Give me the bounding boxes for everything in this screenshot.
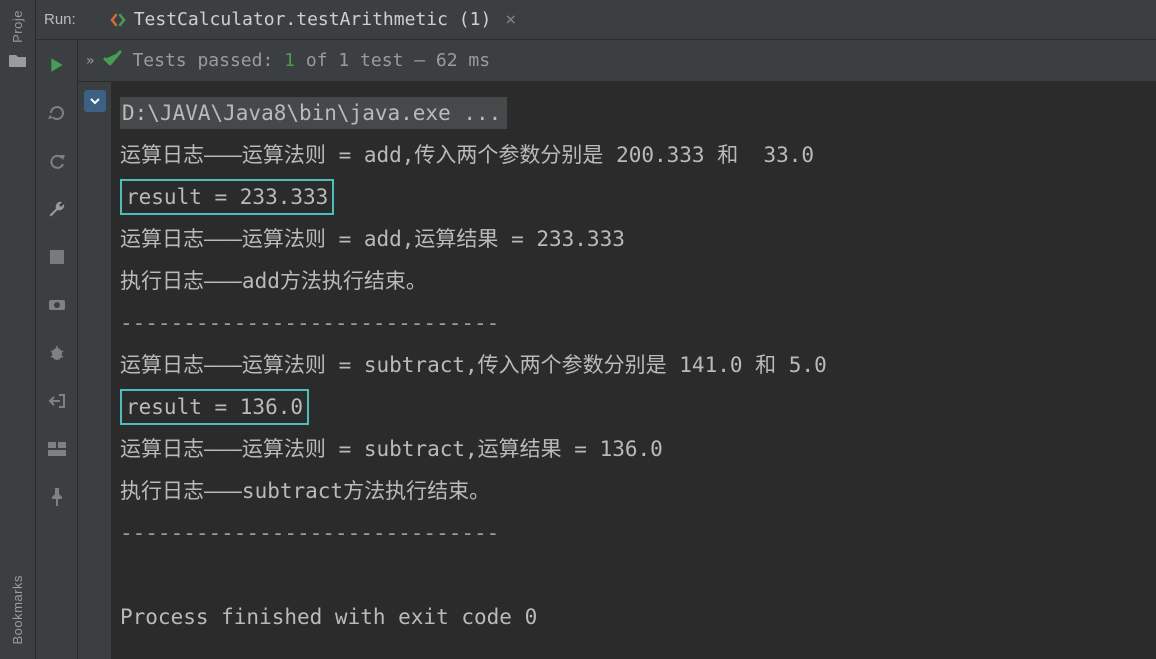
wrench-icon[interactable]	[44, 196, 70, 222]
log-line: 运算日志———运算法则 = add,运算结果 = 233.333	[120, 227, 625, 251]
expand-chevron-icon[interactable]: »	[86, 53, 92, 69]
bug-icon[interactable]	[44, 340, 70, 366]
status-suffix: of 1 test – 62 ms	[306, 50, 490, 71]
run-tabbar: Run: TestCalculator.testArithmetic (1) ×	[36, 0, 1156, 40]
run-config-icon	[110, 12, 126, 28]
log-line: 执行日志———subtract方法执行结束。	[120, 479, 490, 503]
log-line: 执行日志———add方法执行结束。	[120, 269, 427, 293]
run-body: » Tests passed: 1 of 1 test – 62 ms	[36, 40, 1156, 659]
highlighted-result: result = 136.0	[120, 389, 309, 425]
pin-icon[interactable]	[44, 484, 70, 510]
status-prefix: Tests passed:	[132, 50, 273, 71]
log-line: 运算日志———运算法则 = subtract,传入两个参数分别是 141.0 和…	[120, 353, 827, 377]
test-status-text: Tests passed: 1 of 1 test – 62 ms	[132, 50, 490, 71]
layout-icon[interactable]	[44, 436, 70, 462]
passed-check-icon	[102, 48, 122, 73]
exit-icon[interactable]	[44, 388, 70, 414]
toggle-autotest-icon[interactable]	[44, 148, 70, 174]
run-tool-column	[36, 40, 78, 659]
passed-count: 1	[284, 50, 295, 71]
test-status-bar: » Tests passed: 1 of 1 test – 62 ms	[78, 40, 1156, 82]
console-wrap: D:\JAVA\Java8\bin\java.exe ... 运算日志———运算…	[78, 82, 1156, 659]
command-line: D:\JAVA\Java8\bin\java.exe ...	[120, 97, 507, 129]
run-config-tab-label: TestCalculator.testArithmetic (1)	[134, 9, 492, 30]
close-icon[interactable]: ×	[505, 11, 516, 29]
project-tool-label[interactable]: Proje	[10, 10, 25, 43]
run-toolwindow: Run: TestCalculator.testArithmetic (1) ×	[36, 0, 1156, 659]
bookmarks-tool-label[interactable]: Bookmarks	[10, 575, 25, 645]
fold-gutter	[78, 82, 112, 659]
run-config-tab[interactable]: TestCalculator.testArithmetic (1) ×	[100, 0, 526, 39]
log-line: 运算日志———运算法则 = add,传入两个参数分别是 200.333 和 33…	[120, 143, 814, 167]
run-content: » Tests passed: 1 of 1 test – 62 ms	[78, 40, 1156, 659]
run-panel-title: Run:	[44, 11, 76, 28]
console-output[interactable]: D:\JAVA\Java8\bin\java.exe ... 运算日志———运算…	[112, 82, 1156, 659]
stop-icon[interactable]	[44, 244, 70, 270]
highlighted-result: result = 233.333	[120, 179, 334, 215]
fold-chevron-icon[interactable]	[84, 90, 106, 112]
divider-line: ------------------------------	[120, 311, 499, 335]
rerun-failed-icon[interactable]	[44, 100, 70, 126]
log-line: 运算日志———运算法则 = subtract,运算结果 = 136.0	[120, 437, 663, 461]
exit-line: Process finished with exit code 0	[120, 605, 537, 629]
left-toolwindow-rail: Proje Bookmarks	[0, 0, 36, 659]
divider-line: ------------------------------	[120, 521, 499, 545]
rerun-button[interactable]	[44, 52, 70, 78]
folder-icon[interactable]	[7, 49, 29, 71]
ide-root: Proje Bookmarks Run: TestCalculator.te	[0, 0, 1156, 659]
dump-threads-icon[interactable]	[44, 292, 70, 318]
